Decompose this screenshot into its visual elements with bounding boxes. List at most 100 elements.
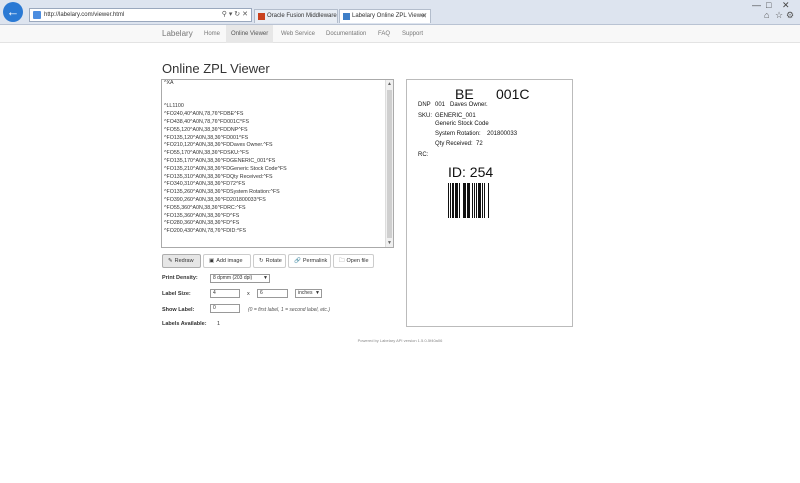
rotate-label: Rotate xyxy=(265,258,282,264)
label-owner: Daves Owner. xyxy=(450,102,488,108)
favorites-star-icon[interactable]: ☆ xyxy=(775,10,783,21)
label-be: BE xyxy=(455,86,474,102)
redraw-label: Redraw xyxy=(174,258,194,264)
editor-scrollbar[interactable]: ▲ ▼ xyxy=(385,80,393,247)
footer-text: Powered by Labelary API version 1.5.0-5f… xyxy=(357,338,443,343)
label-size-label: Label Size: xyxy=(162,291,191,297)
label-qty-value: 72 xyxy=(476,141,483,147)
code-line: ^FO438,40^A0N,78,76^FD001C^FS xyxy=(164,118,250,125)
rotate-button[interactable]: ↻ Rotate xyxy=(253,254,286,268)
permalink-label: Permalink xyxy=(302,258,328,264)
edit-icon: ✎ xyxy=(168,258,173,264)
browser-chrome: ← http://labelary.com/viewer.html ⚲ ▾ ↻ … xyxy=(0,0,800,32)
nav-faq[interactable]: FAQ xyxy=(373,25,395,43)
code-line: ^FO135,170^A0N,38,36^FDGENERIC_001^FS xyxy=(164,157,276,164)
back-button[interactable]: ← xyxy=(3,2,23,22)
redraw-button[interactable]: ✎ Redraw xyxy=(162,254,201,268)
add-image-button[interactable]: ▣ Add image xyxy=(203,254,251,268)
label-rotation-value: 201800033 xyxy=(487,131,518,137)
chevron-down-icon: ▼ xyxy=(263,275,268,281)
code-line: ^LL1100 xyxy=(164,103,184,110)
open-file-label: Open file xyxy=(346,258,369,264)
close-tab-icon[interactable]: ✕ xyxy=(421,10,427,23)
barcode xyxy=(448,183,490,218)
size-separator: x xyxy=(247,291,250,297)
labelary-favicon-icon xyxy=(343,13,350,20)
page-icon xyxy=(33,11,41,19)
zpl-editor[interactable]: ^XA ^LL1100 ^FO240,40^A0N,78,76^FDBE^FS ^FO… xyxy=(161,79,394,248)
label-dnp: DNP xyxy=(418,102,431,108)
label-qty: Qty Received: xyxy=(435,141,473,147)
tab-labelary[interactable]: Labelary Online ZPL Viewer ✕ xyxy=(339,9,431,23)
tab-oracle[interactable]: Oracle Fusion Middleware For... xyxy=(254,9,338,32)
nav-online-viewer[interactable]: Online Viewer xyxy=(226,25,274,43)
code-line: ^FO135,120^A0N,38,36^FD001^FS xyxy=(164,134,249,141)
maximize-icon[interactable]: □ xyxy=(766,0,771,10)
code-lines: ^XA ^LL1100 ^FO240,40^A0N,78,76^FDBE^FS ^FO… xyxy=(162,80,393,236)
code-line: ^FO340,310^A0N,38,36^FD72^FS xyxy=(164,181,246,188)
print-density-value: 8 dpmm (203 dpi) xyxy=(213,275,253,281)
nav-support[interactable]: Support xyxy=(397,25,428,43)
rotate-icon: ↻ xyxy=(259,258,264,264)
nav-documentation[interactable]: Documentation xyxy=(321,25,371,43)
labels-available-value: 1 xyxy=(217,321,221,327)
minimize-icon[interactable]: — xyxy=(752,0,761,10)
oracle-favicon-icon xyxy=(258,13,265,20)
address-text: http://labelary.com/viewer.html xyxy=(44,12,125,18)
permalink-button[interactable]: 🔗 Permalink xyxy=(288,254,331,268)
label-preview: BE 001C DNP 001 Daves Owner. SKU: GENERI… xyxy=(406,79,573,327)
label-rotation: System Rotation: xyxy=(435,131,481,137)
address-bar[interactable]: http://labelary.com/viewer.html ⚲ ▾ ↻ ✕ xyxy=(29,8,252,22)
nav-web-service[interactable]: Web Service xyxy=(276,25,320,43)
label-id: ID: 254 xyxy=(448,164,494,180)
code-line: ^XA xyxy=(164,80,174,86)
labels-available-label: Labels Available: xyxy=(162,321,207,327)
code-line: ^FO390,260^A0N,38,36^FD201800033^FS xyxy=(164,196,266,203)
label-code: 001C xyxy=(496,86,530,102)
code-line: ^FO280,360^A0N,38,36^FD^FS xyxy=(164,220,240,227)
folder-icon: 🗀 xyxy=(339,258,345,264)
code-line: ^FO135,360^A0N,38,36^FD^FS xyxy=(164,212,240,219)
gear-icon[interactable]: ⚙ xyxy=(786,10,794,21)
page-title: Online ZPL Viewer xyxy=(162,61,270,76)
label-stock-code: Generic Stock Code xyxy=(435,121,489,127)
image-icon: ▣ xyxy=(209,258,215,264)
scroll-down-icon[interactable]: ▼ xyxy=(387,240,392,246)
label-height-input[interactable]: 6 xyxy=(257,289,288,298)
code-line: ^FO55,170^A0N,38,36^FDSKU:^FS xyxy=(164,150,249,157)
code-line: ^FO200,430^A0N,78,76^FDID:^FS xyxy=(164,228,247,235)
label-width-input[interactable]: 4 xyxy=(210,289,240,298)
label-sku-value: GENERIC_001 xyxy=(435,113,476,119)
chevron-down-icon: ▼ xyxy=(315,290,320,296)
site-navbar: Labelary Home Online Viewer Web Service … xyxy=(0,25,800,43)
show-label-hint: (0 = first label, 1 = second label, etc.… xyxy=(248,307,330,313)
code-line: ^FO210,120^A0N,38,36^FDDaves Owner.^FS xyxy=(164,142,273,149)
open-file-button[interactable]: 🗀 Open file xyxy=(333,254,374,268)
show-label-input[interactable]: 0 xyxy=(210,304,240,313)
code-line: ^FO55,360^A0N,38,36^FDRC:^FS xyxy=(164,204,246,211)
code-line: ^FO55,120^A0N,38,36^FDDNP^FS xyxy=(164,126,248,133)
show-label-label: Show Label: xyxy=(162,307,195,313)
code-line: ^FO240,40^A0N,78,76^FDBE^FS xyxy=(164,111,244,118)
tab-label: Labelary Online ZPL Viewer xyxy=(352,13,427,19)
link-icon: 🔗 xyxy=(294,258,301,264)
print-density-select[interactable]: 8 dpmm (203 dpi) ▼ xyxy=(210,274,270,283)
brand-link[interactable]: Labelary xyxy=(162,25,193,43)
code-line: ^FO135,310^A0N,38,36^FDQty Received:^FS xyxy=(164,173,273,180)
code-line: ^FO135,260^A0N,38,36^FDSystem Rotation:^… xyxy=(164,189,280,196)
barcode-bar xyxy=(489,183,490,218)
code-line: ^FO135,210^A0N,38,36^FDGeneric Stock Cod… xyxy=(164,165,287,172)
address-tools-icon[interactable]: ⚲ ▾ ↻ ✕ xyxy=(222,9,248,21)
label-sku: SKU: xyxy=(418,113,433,119)
scroll-up-icon[interactable]: ▲ xyxy=(387,81,392,87)
unit-select[interactable]: inches ▼ xyxy=(295,289,322,298)
unit-value: inches xyxy=(298,290,313,296)
nav-home[interactable]: Home xyxy=(199,25,225,43)
add-image-label: Add image xyxy=(216,258,243,264)
scroll-thumb[interactable] xyxy=(387,90,392,238)
home-icon[interactable]: ⌂ xyxy=(764,10,769,20)
print-density-label: Print Density: xyxy=(162,275,198,281)
label-rc: RC: xyxy=(418,152,429,158)
